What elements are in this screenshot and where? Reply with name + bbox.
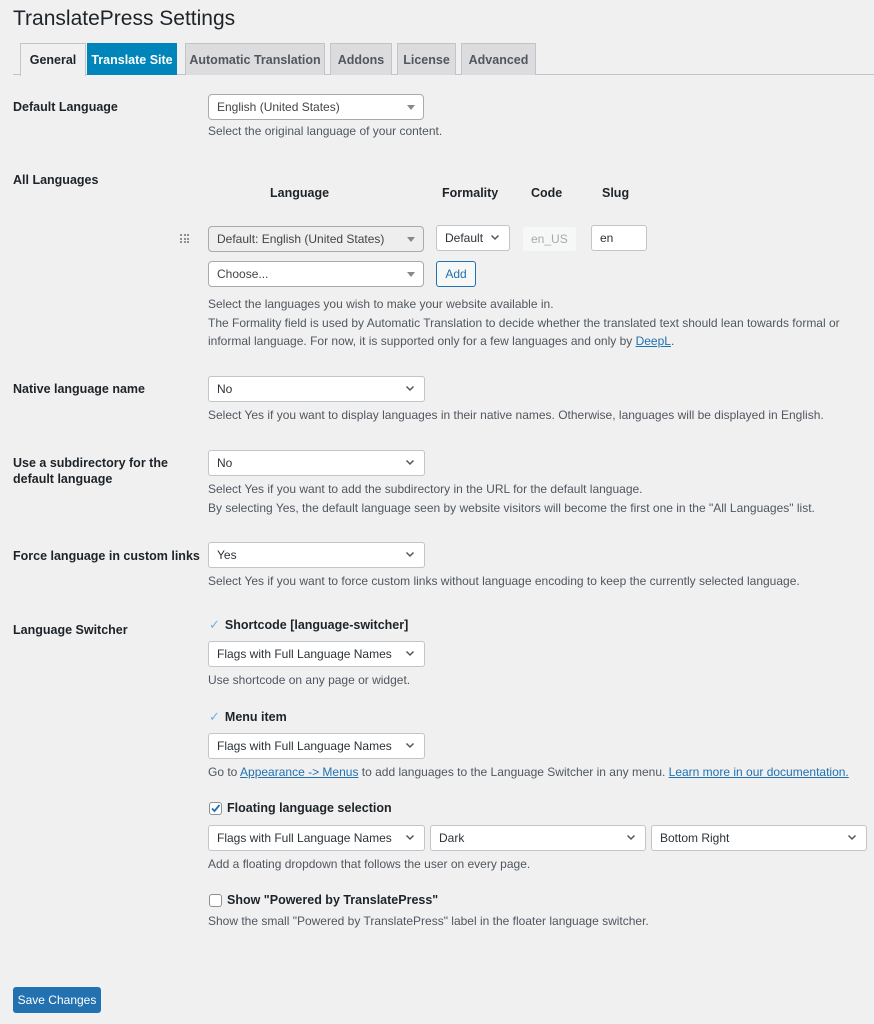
all-languages-desc-text: informal language. For now, it is suppor… xyxy=(208,334,636,348)
force-language-value: Yes xyxy=(217,548,237,562)
chevron-down-icon xyxy=(405,650,415,657)
tab-advanced[interactable]: Advanced xyxy=(461,43,536,75)
chevron-down-icon xyxy=(490,234,500,241)
chevron-down-icon xyxy=(405,459,415,466)
subdirectory-desc-line2: By selecting Yes, the default language s… xyxy=(208,500,815,515)
language-row-value: Default: English (United States) xyxy=(217,232,385,246)
floating-position-value: Bottom Right xyxy=(660,831,730,845)
documentation-link[interactable]: Learn more in our documentation. xyxy=(669,765,849,779)
powered-by-label: Show "Powered by TranslatePress" xyxy=(227,893,439,907)
subdirectory-label: Use a subdirectory for the default langu… xyxy=(13,455,168,487)
all-languages-desc-line3: informal language. For now, it is suppor… xyxy=(208,332,840,351)
shortcode-option[interactable]: ✓ Shortcode [language-switcher] xyxy=(209,617,408,633)
native-language-name-label: Native language name xyxy=(13,382,145,396)
chevron-down-icon xyxy=(405,385,415,392)
floating-selection-option: Floating language selection xyxy=(209,801,392,815)
floating-theme-select[interactable]: Dark xyxy=(430,825,646,851)
shortcode-style-value: Flags with Full Language Names xyxy=(217,647,392,661)
floating-description: Add a floating dropdown that follows the… xyxy=(208,857,531,871)
caret-down-icon xyxy=(407,237,415,242)
menu-item-label: Menu item xyxy=(224,710,287,724)
native-language-name-value: No xyxy=(217,382,233,396)
subdirectory-value: No xyxy=(217,456,233,470)
checkmark-icon: ✓ xyxy=(209,617,220,632)
checkmark-icon xyxy=(211,803,221,812)
tab-license[interactable]: License xyxy=(397,43,456,75)
floating-theme-value: Dark xyxy=(439,831,465,845)
floating-position-select[interactable]: Bottom Right xyxy=(651,825,867,851)
default-language-value: English (United States) xyxy=(217,100,340,114)
language-slug-input[interactable]: en xyxy=(591,225,647,251)
chevron-down-icon xyxy=(405,742,415,749)
language-switcher-label: Language Switcher xyxy=(13,623,128,637)
column-header-code: Code xyxy=(531,186,563,200)
language-row-select[interactable]: Default: English (United States) xyxy=(208,226,424,252)
default-language-description: Select the original language of your con… xyxy=(208,124,443,138)
subdirectory-desc-line1: Select Yes if you want to add the subdir… xyxy=(208,482,643,496)
force-language-label: Force language in custom links xyxy=(13,549,200,563)
all-languages-label: All Languages xyxy=(13,173,99,187)
column-header-language: Language xyxy=(270,186,330,200)
subdirectory-description: Select Yes if you want to add the subdir… xyxy=(208,480,815,517)
add-language-button[interactable]: Add xyxy=(436,261,476,287)
all-languages-desc-end: . xyxy=(670,334,675,348)
deepl-link[interactable]: DeepL xyxy=(636,334,671,348)
floating-style-value: Flags with Full Language Names xyxy=(217,831,392,845)
tab-addons[interactable]: Addons xyxy=(330,43,392,75)
subdirectory-label-line2: default language xyxy=(13,472,113,486)
force-language-select[interactable]: Yes xyxy=(208,542,425,568)
chevron-down-icon xyxy=(405,834,415,841)
chevron-down-icon xyxy=(405,551,415,558)
chevron-down-icon xyxy=(847,834,857,841)
powered-by-checkbox[interactable] xyxy=(209,893,222,907)
column-header-formality: Formality xyxy=(442,186,499,200)
shortcode-style-select[interactable]: Flags with Full Language Names xyxy=(208,641,425,667)
formality-value: Default xyxy=(445,231,484,245)
native-language-name-description: Select Yes if you want to display langua… xyxy=(208,408,824,422)
all-languages-desc-line1: Select the languages you wish to make yo… xyxy=(208,297,554,311)
appearance-menus-link[interactable]: Appearance -> Menus xyxy=(240,765,358,779)
drag-handle-icon[interactable] xyxy=(180,234,189,243)
subdirectory-label-line1: Use a subdirectory for the xyxy=(13,456,168,470)
language-code-field: en_US xyxy=(522,226,577,252)
tab-translate-site[interactable]: Translate Site xyxy=(87,43,177,75)
choose-language-select[interactable]: Choose... xyxy=(208,261,424,287)
formality-select[interactable]: Default xyxy=(436,225,510,251)
caret-down-icon xyxy=(407,105,415,110)
subdirectory-select[interactable]: No xyxy=(208,450,425,476)
powered-by-option: Show "Powered by TranslatePress" xyxy=(209,893,438,907)
menu-item-description: Go to Appearance -> Menus to add languag… xyxy=(208,763,849,782)
shortcode-description: Use shortcode on any page or widget. xyxy=(208,673,411,687)
floating-style-select[interactable]: Flags with Full Language Names xyxy=(208,825,425,851)
force-language-description: Select Yes if you want to force custom l… xyxy=(208,574,800,588)
chevron-down-icon xyxy=(626,834,636,841)
all-languages-desc-line2: The Formality field is used by Automatic… xyxy=(208,315,840,330)
menu-item-style-select[interactable]: Flags with Full Language Names xyxy=(208,733,425,759)
shortcode-label: Shortcode [language-switcher] xyxy=(224,618,409,632)
checkmark-icon: ✓ xyxy=(209,709,220,724)
menu-item-desc-prefix: Go to xyxy=(208,765,241,779)
menu-item-style-value: Flags with Full Language Names xyxy=(217,739,392,753)
menu-item-desc-middle: to add languages to the Language Switche… xyxy=(358,765,669,779)
tab-automatic-translation[interactable]: Automatic Translation xyxy=(185,43,325,75)
tab-general[interactable]: General xyxy=(20,43,86,76)
caret-down-icon xyxy=(407,272,415,277)
floating-selection-checkbox[interactable] xyxy=(209,801,222,815)
powered-by-description: Show the small "Powered by TranslatePres… xyxy=(208,914,649,928)
native-language-name-select[interactable]: No xyxy=(208,376,425,402)
menu-item-option[interactable]: ✓ Menu item xyxy=(209,709,287,725)
floating-selection-label: Floating language selection xyxy=(227,801,392,815)
page-title: TranslatePress Settings xyxy=(13,7,236,30)
save-changes-button[interactable]: Save Changes xyxy=(13,987,101,1013)
default-language-label: Default Language xyxy=(13,100,118,114)
settings-tabs: General Translate Site Automatic Transla… xyxy=(13,43,874,76)
column-header-slug: Slug xyxy=(602,186,630,200)
default-language-select[interactable]: English (United States) xyxy=(208,94,424,120)
choose-language-placeholder: Choose... xyxy=(217,267,269,281)
all-languages-description: Select the languages you wish to make yo… xyxy=(208,295,840,351)
